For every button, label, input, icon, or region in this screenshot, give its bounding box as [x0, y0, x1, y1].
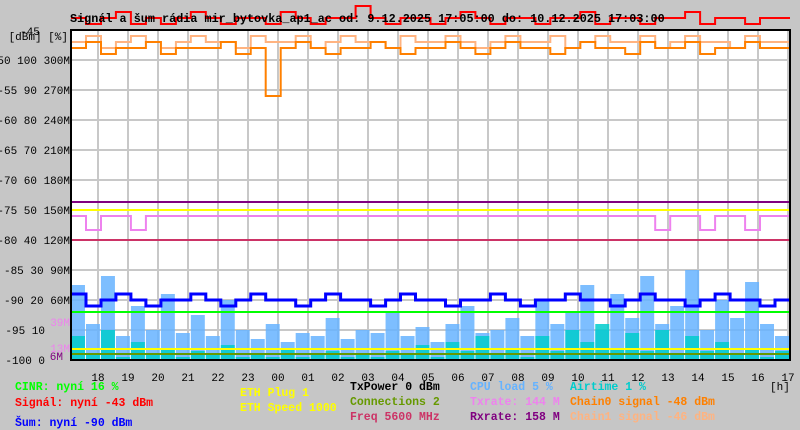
y-tick-label: -75 50 150M [0, 206, 70, 218]
cpu-load-bar [295, 333, 310, 360]
x-tick-label: 01 [301, 373, 315, 385]
y-tick-label: -65 70 210M [0, 146, 70, 158]
x-tick-label: 16 [751, 373, 764, 385]
y-label-rxrate-min: 6M [50, 352, 63, 364]
airtime-bar [565, 330, 580, 360]
x-tick-label: 00 [271, 373, 284, 385]
cpu-load-bar [640, 276, 655, 360]
y-axis-header: [dBm] [%] [9, 32, 68, 44]
airtime-bar [775, 351, 789, 360]
legend: CINR: nyní 16 % Signál: nyní -43 dBm Šum… [15, 381, 715, 430]
airtime-bar [385, 351, 400, 360]
x-tick-label: 02 [331, 373, 344, 385]
airtime-bar [700, 351, 715, 360]
chart-svg: Signál a šum rádia mir_bytovka_ap1_ac od… [0, 5, 795, 430]
airtime-bar [100, 330, 115, 360]
legend-airtime: Airtime 1 % [570, 381, 646, 394]
legend-cpu: CPU load 5 % [470, 381, 553, 394]
cpu-load-bar [175, 333, 190, 360]
x-tick-label: 23 [241, 373, 254, 385]
cpu-load-bar [370, 333, 385, 360]
y-label-txrate-min: 39M [50, 318, 70, 330]
legend-cinr: CINR: nyní 16 % [15, 381, 119, 394]
chart-title: Signál a šum rádia mir_bytovka_ap1_ac od… [70, 12, 665, 26]
legend-signal: Signál: nyní -43 dBm [15, 397, 153, 410]
x-tick-label: 15 [721, 373, 734, 385]
y-tick-label: -70 60 180M [0, 176, 70, 188]
y-tick-label: -95 10 [5, 326, 45, 338]
airtime-bar [415, 345, 430, 360]
airtime-bar [190, 351, 205, 360]
x-axis-unit: [h] [770, 382, 790, 394]
y-tick-label: -90 20 60M [4, 296, 70, 308]
airtime-bar [130, 342, 145, 360]
airtime-bar [625, 333, 640, 360]
signal-noise-chart: Signál a šum rádia mir_bytovka_ap1_ac od… [0, 0, 800, 430]
legend-noise: Šum: nyní -90 dBm [15, 416, 132, 430]
y-tick-label: -85 30 90M [4, 266, 70, 278]
legend-chain1: Chain1 signal -46 dBm [570, 411, 715, 424]
y-tick-label: -55 90 270M [0, 86, 70, 98]
legend-connections: Connections 2 [350, 396, 440, 409]
y-tick-label: -60 80 240M [0, 116, 70, 128]
legend-chain0: Chain0 signal -48 dBm [570, 396, 715, 409]
x-tick-label: 14 [691, 373, 705, 385]
legend-freq: Freq 5600 MHz [350, 411, 440, 424]
airtime-bar [325, 351, 340, 360]
airtime-bar [715, 342, 730, 360]
y-tick-label: -50 100 300M [0, 56, 70, 68]
airtime-bar [640, 351, 655, 360]
x-tick-label: 13 [661, 373, 674, 385]
x-tick-label: 20 [151, 373, 164, 385]
airtime-bar [550, 351, 565, 360]
legend-eth-plug: ETH Plug 1 [240, 387, 309, 400]
cpu-load-bar [670, 306, 685, 360]
x-axis-labels: 18 19 20 21 22 23 00 01 02 03 04 05 06 07 08 09 10 11 12 13… [91, 373, 794, 385]
x-tick-label: 06 [451, 373, 464, 385]
x-tick-label: 19 [121, 373, 134, 385]
airtime-bar [220, 345, 235, 360]
airtime-bar [460, 351, 475, 360]
x-tick-label: 22 [211, 373, 224, 385]
y-tick-label: -80 40 120M [0, 236, 70, 248]
y-tick-label: -100 0 [5, 356, 45, 368]
legend-eth-speed: ETH Speed 1000 [240, 402, 337, 415]
airtime-bar [445, 342, 460, 360]
x-tick-label: 21 [181, 373, 195, 385]
cpu-load-bar [235, 330, 250, 360]
airtime-bar [655, 330, 670, 360]
legend-txpower: TxPower 0 dBm [350, 381, 440, 394]
legend-rxrate: Rxrate: 158 M [470, 411, 560, 424]
airtime-bar [580, 342, 595, 360]
legend-txrate: Txrate: 144 M [470, 396, 560, 409]
